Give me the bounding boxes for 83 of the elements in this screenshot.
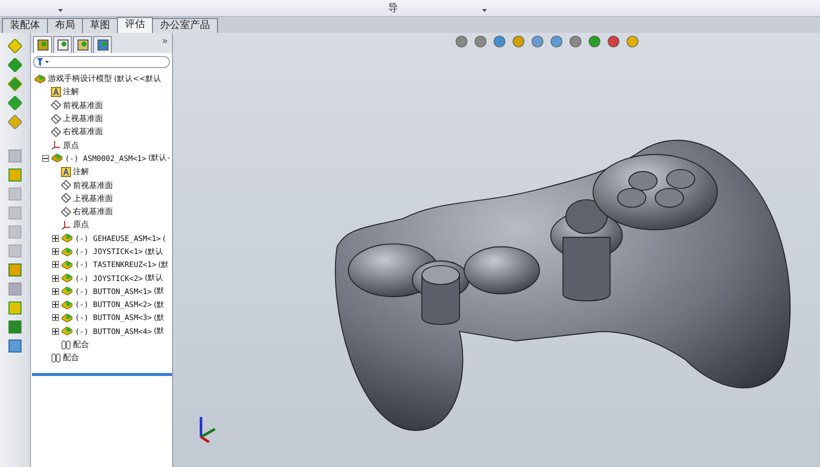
command-tab[interactable]: 布局: [47, 18, 83, 33]
expand-toggle[interactable]: [52, 248, 59, 255]
ribbon-label[interactable]: 导: [388, 3, 398, 15]
origin-icon: [51, 140, 61, 150]
tree-item[interactable]: 原点: [73, 219, 89, 230]
command-tab[interactable]: 草图: [82, 18, 118, 33]
command-tab[interactable]: 装配体: [2, 18, 48, 33]
plane-icon: [51, 114, 61, 124]
panel-tab[interactable]: [33, 36, 52, 53]
panel-tab[interactable]: [93, 36, 112, 53]
origin-icon: [61, 220, 71, 230]
part-icon: [61, 312, 73, 323]
toolbar-icon[interactable]: [8, 39, 22, 53]
toolbar-icon[interactable]: [8, 168, 22, 182]
feature-tab-icon: [36, 39, 48, 51]
expand-toggle[interactable]: [52, 234, 59, 242]
expand-toggle[interactable]: [52, 274, 59, 282]
view-tool-icon[interactable]: [626, 35, 639, 48]
annotation-icon: [61, 166, 71, 177]
tree-item[interactable]: 原点: [63, 140, 79, 151]
part-icon: [61, 326, 73, 336]
property-tab-icon: [56, 39, 68, 51]
panel-tab[interactable]: [73, 36, 92, 53]
view-tool-icon[interactable]: [550, 35, 563, 48]
tree-item[interactable]: 游戏手柄设计模型: [48, 73, 112, 84]
expand-panel-button[interactable]: »: [162, 36, 168, 47]
tree-item[interactable]: 注解: [73, 166, 89, 178]
command-tab[interactable]: 评估: [117, 17, 153, 33]
annotation-icon: [51, 86, 61, 97]
tree-item[interactable]: 右视基准面: [63, 126, 103, 138]
toolbar-icon[interactable]: [8, 96, 22, 110]
toolbar-icon[interactable]: [8, 115, 22, 129]
part-icon: [61, 300, 73, 310]
tree-item[interactable]: 配合: [73, 339, 89, 350]
plane-icon: [51, 100, 61, 110]
caret-icon[interactable]: [58, 9, 63, 12]
mates-icon: [61, 340, 71, 350]
tree-item[interactable]: 前视基准面: [73, 180, 113, 191]
view-tool-icon[interactable]: [455, 35, 468, 48]
plane-icon: [51, 126, 61, 137]
view-tool-icon[interactable]: [474, 35, 487, 48]
filter-icon: [37, 58, 49, 66]
part-icon: [61, 233, 73, 244]
toolbar-icon[interactable]: [8, 263, 22, 277]
part-icon: [61, 273, 73, 284]
view-tool-icon[interactable]: [607, 35, 620, 48]
tree-item[interactable]: 上视基准面: [73, 192, 113, 204]
assembly-icon: [34, 74, 46, 84]
plane-icon: [61, 206, 71, 217]
tree-item[interactable]: 右视基准面: [73, 206, 113, 218]
tree-item[interactable]: 注解: [63, 86, 79, 98]
toolbar-icon[interactable]: [8, 301, 22, 315]
toolbar-icon[interactable]: [8, 320, 22, 334]
expand-toggle[interactable]: [52, 288, 59, 295]
part-icon: [61, 260, 73, 270]
view-tool-icon[interactable]: [493, 35, 506, 48]
mates-icon: [51, 352, 61, 363]
display-tab-icon: [96, 39, 108, 51]
expand-toggle[interactable]: [52, 301, 59, 308]
part-icon: [61, 246, 73, 256]
view-tool-icon[interactable]: [512, 35, 525, 48]
part-icon: [61, 286, 73, 296]
expand-toggle[interactable]: [52, 328, 59, 335]
view-tool-icon[interactable]: [531, 35, 544, 48]
collapse-toggle[interactable]: [42, 154, 49, 162]
command-tab[interactable]: 办公室产品: [152, 18, 218, 33]
view-tool-icon[interactable]: [569, 35, 582, 48]
toolbar-icon[interactable]: [8, 58, 22, 72]
caret-icon[interactable]: [482, 9, 487, 12]
tree-item[interactable]: 前视基准面: [63, 100, 103, 111]
assembly-icon: [51, 153, 63, 164]
tree-item[interactable]: 配合: [63, 352, 79, 364]
plane-icon: [61, 180, 71, 190]
expand-toggle[interactable]: [52, 314, 59, 322]
view-tool-icon[interactable]: [588, 35, 601, 48]
expand-toggle[interactable]: [52, 261, 59, 268]
toolbar-icon[interactable]: [8, 77, 22, 91]
config-tab-icon: [76, 39, 88, 51]
toolbar-icon[interactable]: [8, 339, 22, 353]
plane-icon: [61, 193, 71, 204]
panel-tab[interactable]: [53, 36, 72, 53]
tree-item[interactable]: 上视基准面: [63, 113, 103, 124]
filter-field[interactable]: [33, 56, 170, 68]
